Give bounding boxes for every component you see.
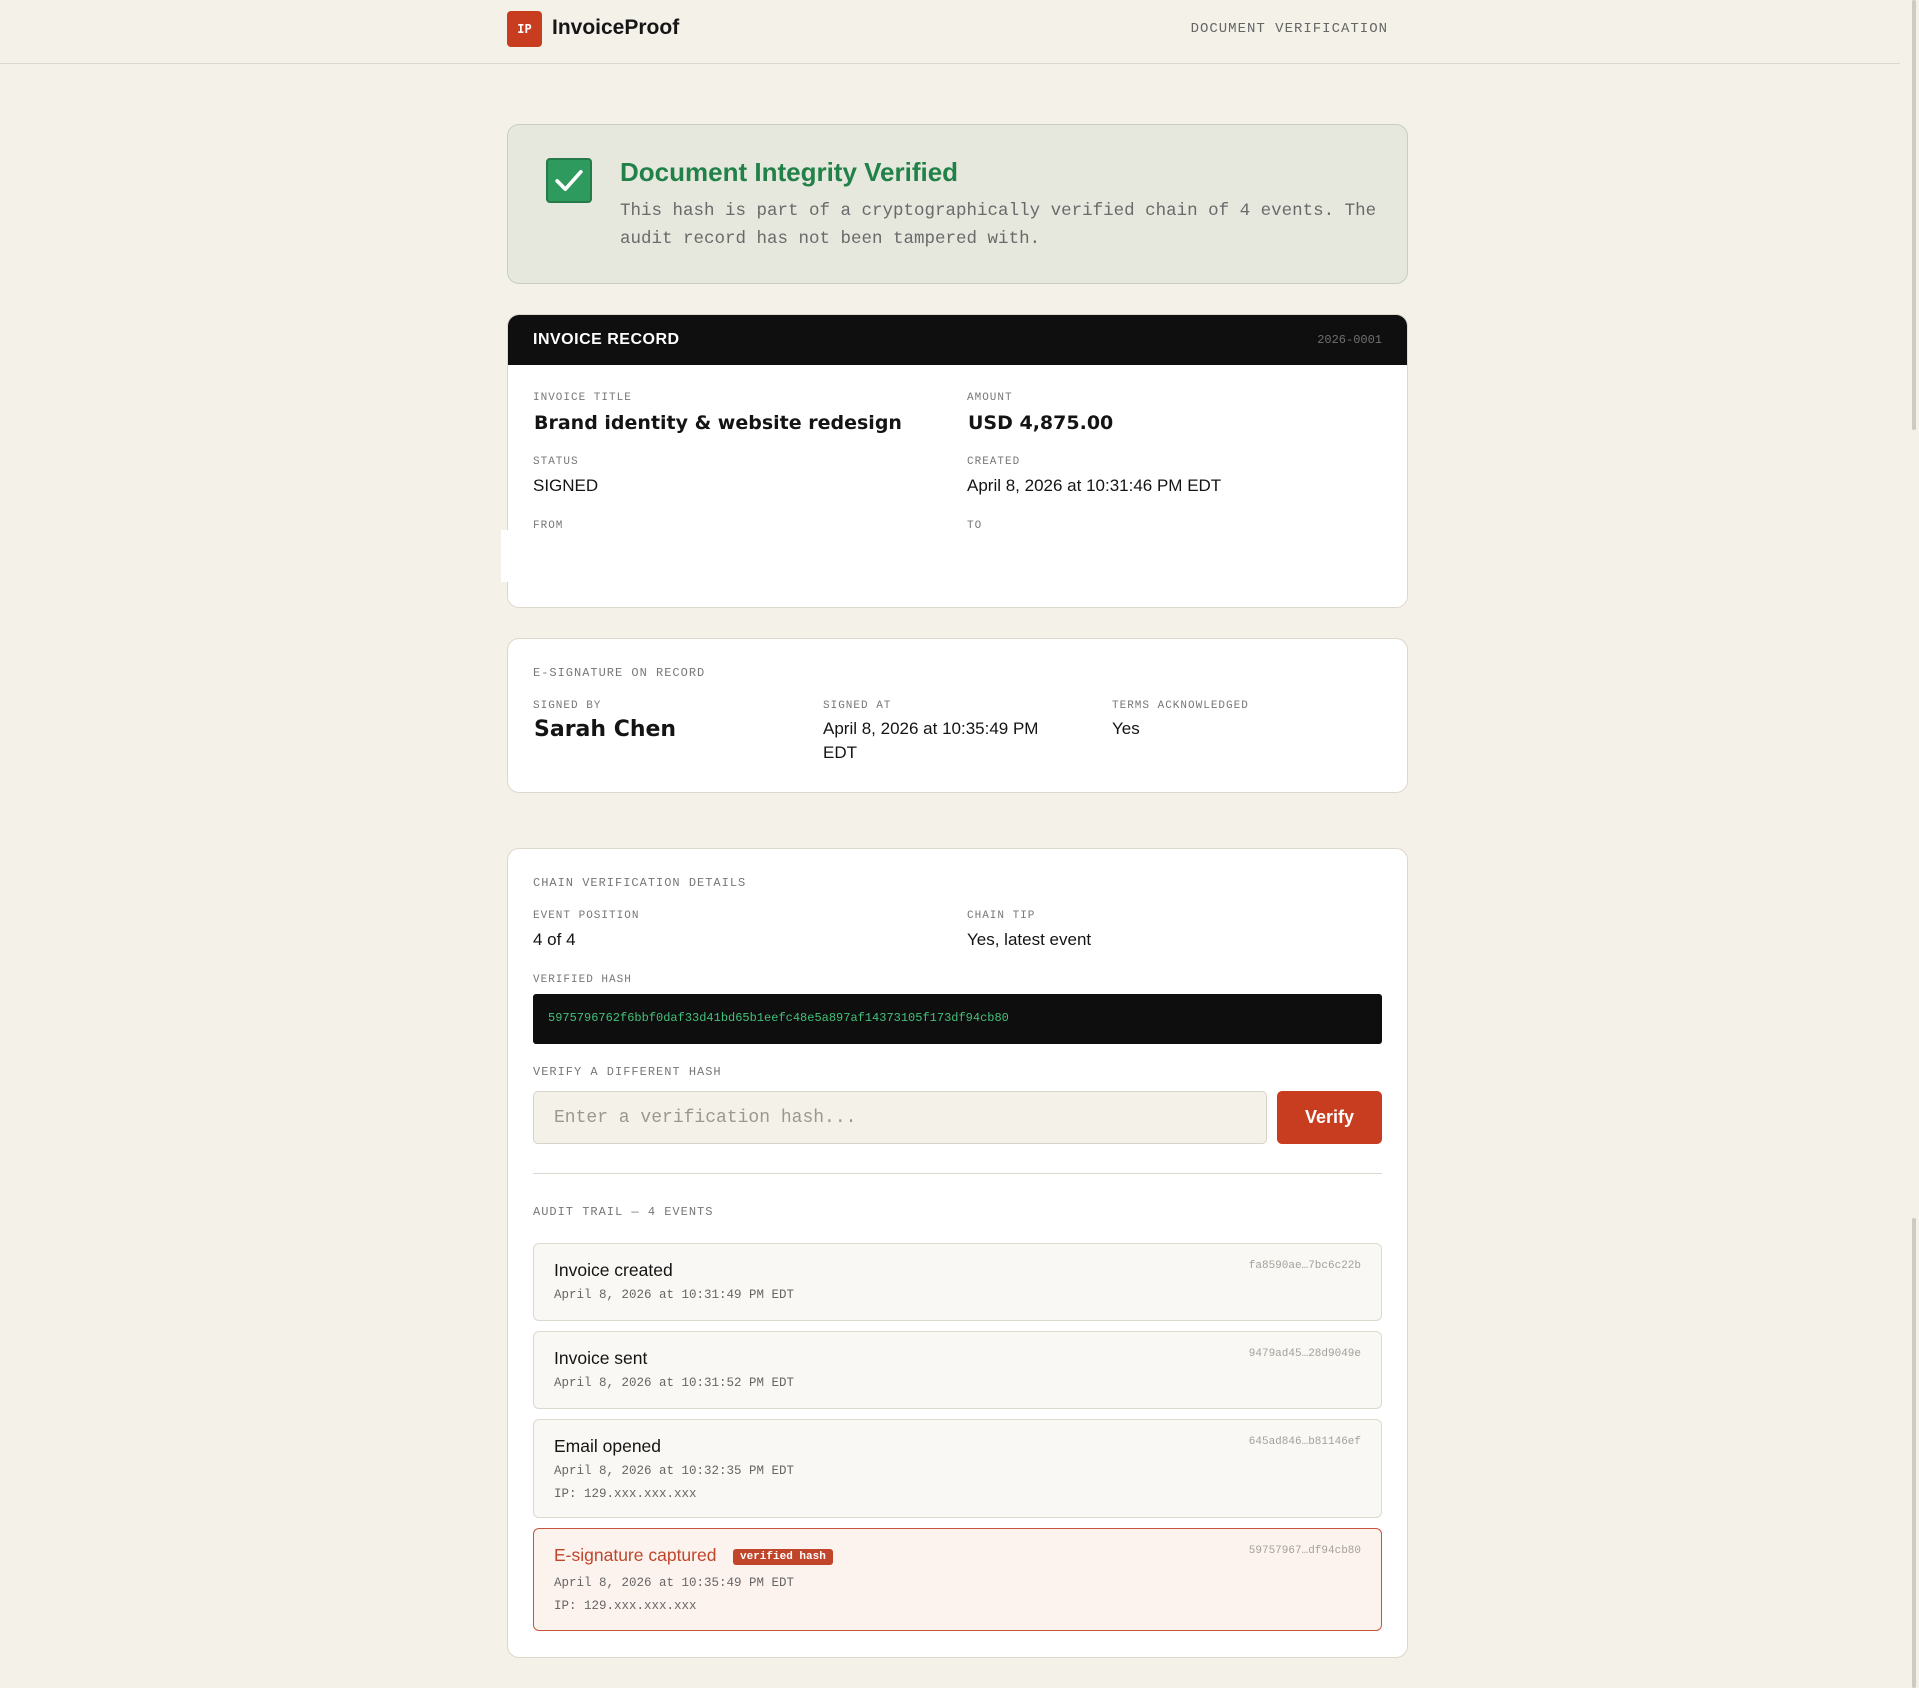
event-time: April 8, 2026 at 10:31:49 PM EDT	[554, 1288, 795, 1302]
amount-label: AMOUNT	[967, 392, 1013, 404]
verify-button[interactable]: Verify	[1277, 1091, 1382, 1144]
invoice-record-title: INVOICE RECORD	[533, 331, 680, 348]
event-hash: 645ad846…b81146ef	[1248, 1436, 1361, 1448]
event-time: April 8, 2026 at 10:31:52 PM EDT	[554, 1376, 795, 1390]
brand-name[interactable]: InvoiceProof	[552, 16, 679, 40]
event-ip: IP: 129.xxx.xxx.xxx	[554, 1487, 697, 1501]
verified-hash-badge: verified hash	[733, 1549, 833, 1565]
invoice-record-header: INVOICE RECORD 2026-0001	[508, 315, 1407, 365]
event-time: April 8, 2026 at 10:32:35 PM EDT	[554, 1464, 795, 1478]
overlay-edge	[501, 530, 511, 582]
audit-event[interactable]: Invoice created April 8, 2026 at 10:31:4…	[533, 1243, 1382, 1321]
verified-hash[interactable]: 5975796762f6bbf0daf33d41bd65b1eefc48e5a8…	[533, 994, 1382, 1044]
scrollbar-thumb-lower[interactable]	[1912, 1218, 1916, 1688]
invoice-title: Brand identity & website redesign	[534, 412, 902, 434]
nav-label: DOCUMENT VERIFICATION	[1190, 21, 1388, 37]
event-hash: 9479ad45…28d9049e	[1248, 1348, 1361, 1360]
audit-trail-label: AUDIT TRAIL — 4 EVENTS	[533, 1205, 714, 1219]
invoice-title-label: INVOICE TITLE	[533, 392, 632, 404]
invoice-number: 2026-0001	[1317, 333, 1382, 347]
event-hash: 59757967…df94cb80	[1248, 1545, 1361, 1557]
event-position: 4 of 4	[533, 930, 576, 949]
event-title: Email opened	[554, 1436, 662, 1456]
hash-input[interactable]	[533, 1091, 1267, 1144]
terms-value: Yes	[1112, 719, 1140, 738]
status-value: SIGNED	[533, 476, 599, 495]
verification-description: This hash is part of a cryptographically…	[620, 201, 1377, 249]
signature-section-label: E-SIGNATURE ON RECORD	[533, 666, 706, 680]
verification-title: Document Integrity Verified	[620, 157, 959, 187]
verified-hash-label: VERIFIED HASH	[533, 974, 632, 986]
invoice-record-card: INVOICE RECORD 2026-0001 INVOICE TITLE B…	[507, 314, 1408, 608]
scrollbar-thumb[interactable]	[1912, 0, 1916, 430]
chain-tip: Yes, latest event	[967, 930, 1092, 949]
event-ip: IP: 129.xxx.xxx.xxx	[554, 1599, 697, 1613]
event-title: Invoice created	[554, 1260, 673, 1280]
event-title: Invoice sent	[554, 1348, 648, 1368]
event-position-label: EVENT POSITION	[533, 910, 640, 922]
divider	[533, 1173, 1382, 1174]
verification-banner: Document Integrity Verified This hash is…	[507, 124, 1408, 284]
invoice-amount: USD 4,875.00	[968, 412, 1114, 434]
chain-section-label: CHAIN VERIFICATION DETAILS	[533, 876, 747, 890]
clipped-content	[508, 529, 1407, 607]
signed-at-line2: EDT	[823, 743, 857, 762]
logo-icon[interactable]: IP	[507, 11, 542, 47]
signature-card: E-SIGNATURE ON RECORD SIGNED BY Sarah Ch…	[507, 638, 1408, 793]
signed-at-line1: April 8, 2026 at 10:35:49 PM	[823, 719, 1039, 738]
signed-by-label: SIGNED BY	[533, 700, 602, 712]
verify-label: VERIFY A DIFFERENT HASH	[533, 1065, 722, 1079]
scrollbar[interactable]	[1900, 0, 1919, 1688]
audit-event[interactable]: Invoice sent April 8, 2026 at 10:31:52 P…	[533, 1331, 1382, 1409]
check-icon	[546, 158, 592, 203]
signer-name: Sarah Chen	[534, 717, 677, 742]
top-bar: IP InvoiceProof DOCUMENT VERIFICATION	[0, 0, 1900, 64]
audit-event-highlighted[interactable]: E-signature captured verified hash April…	[533, 1528, 1382, 1631]
created-value: April 8, 2026 at 10:31:46 PM EDT	[967, 476, 1222, 495]
chain-tip-label: CHAIN TIP	[967, 910, 1036, 922]
chain-card: CHAIN VERIFICATION DETAILS EVENT POSITIO…	[507, 848, 1408, 1658]
event-hash: fa8590ae…7bc6c22b	[1248, 1260, 1361, 1272]
event-time: April 8, 2026 at 10:35:49 PM EDT	[554, 1576, 795, 1590]
terms-label: TERMS ACKNOWLEDGED	[1112, 700, 1249, 712]
event-title: E-signature captured	[554, 1545, 717, 1565]
status-label: STATUS	[533, 456, 579, 468]
audit-event[interactable]: Email opened April 8, 2026 at 10:32:35 P…	[533, 1419, 1382, 1518]
created-label: CREATED	[967, 456, 1021, 468]
signed-at-label: SIGNED AT	[823, 700, 892, 712]
